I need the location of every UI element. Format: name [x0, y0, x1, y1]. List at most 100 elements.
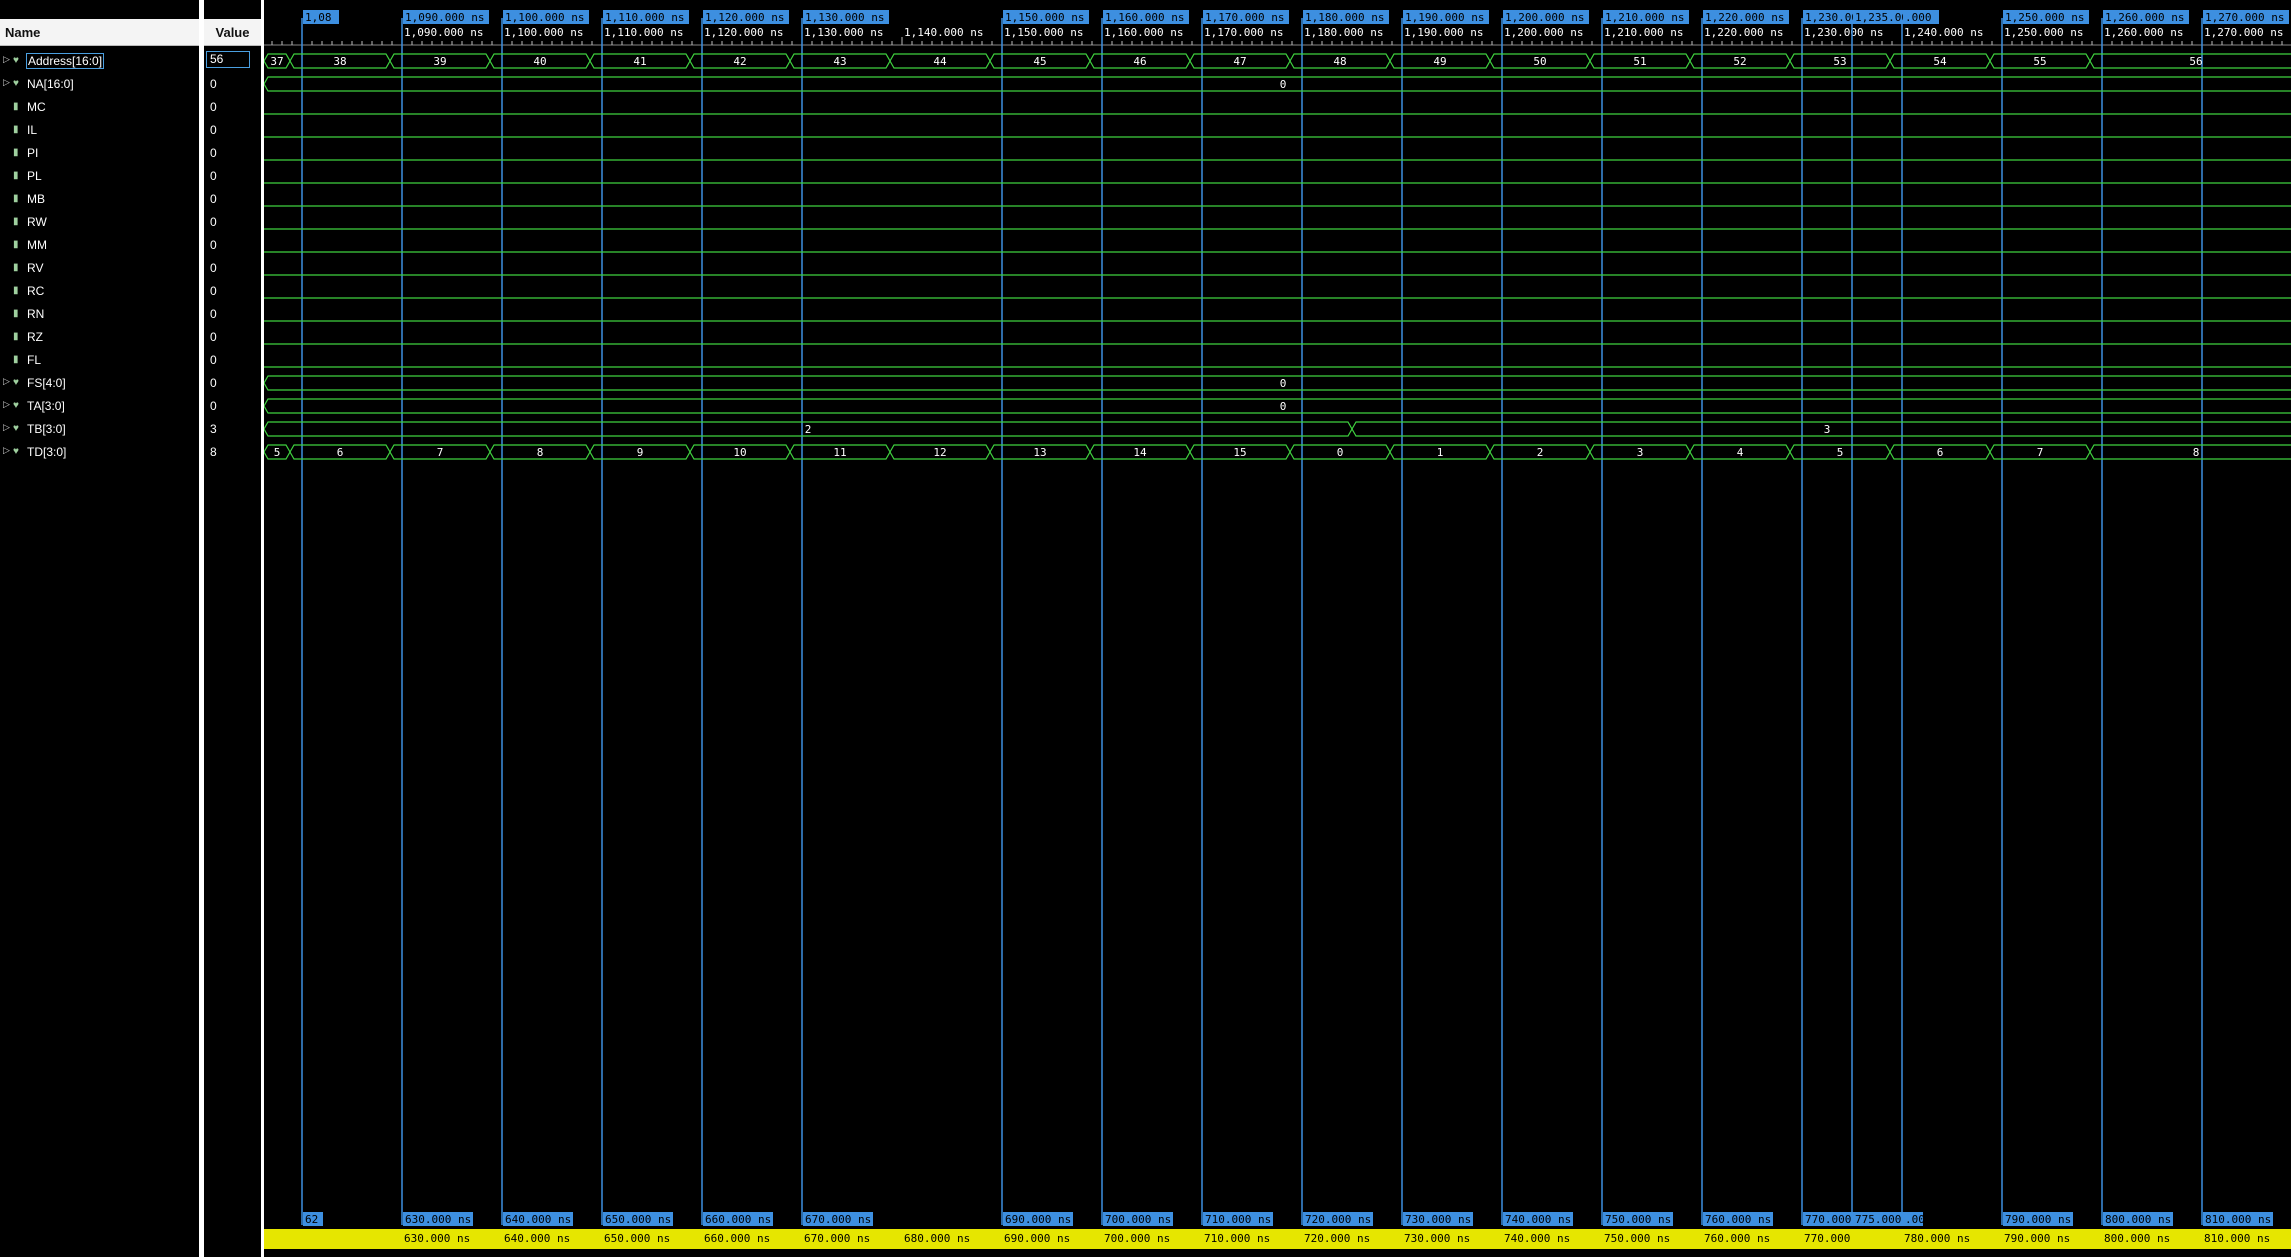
- signal-row[interactable]: ▮ PL: [0, 165, 199, 188]
- bus-value-label: 46: [1133, 55, 1146, 68]
- bottom-ruler-label: 760.000 ns: [1704, 1232, 1770, 1245]
- expand-icon[interactable]: ▷: [3, 399, 10, 410]
- bus-value-label: 12: [933, 446, 946, 459]
- bottom-ruler-label: 740.000 ns: [1504, 1232, 1570, 1245]
- ruler-label: 1,220.000 ns: [1704, 26, 1783, 39]
- signal-row[interactable]: ▷ ♥ Address[16:0]: [0, 50, 199, 73]
- bit-icon: ▮: [13, 331, 19, 342]
- signal-row[interactable]: ▮ FL: [0, 349, 199, 372]
- signal-value-row[interactable]: 56: [204, 50, 261, 73]
- signal-row[interactable]: ▮ IL: [0, 119, 199, 142]
- bottom-ruler-label: 670.000 ns: [804, 1232, 870, 1245]
- bus-value-label: 4: [1737, 446, 1744, 459]
- signal-value-row[interactable]: 0: [204, 165, 261, 188]
- signal-row[interactable]: ▷ ♥ TB[3:0]: [0, 418, 199, 441]
- bus-value-label: 3: [1824, 423, 1831, 436]
- marker-top-label: 1,170.000 ns: [1205, 11, 1284, 24]
- signal-value: 0: [210, 353, 217, 367]
- signal-value: 56: [206, 51, 250, 68]
- signal-row[interactable]: ▷ ♥ TA[3:0]: [0, 395, 199, 418]
- bus-value-label: 0: [1280, 377, 1287, 390]
- signal-value: 0: [210, 307, 217, 321]
- signal-row[interactable]: ▮ MB: [0, 188, 199, 211]
- signal-value: 0: [210, 146, 217, 160]
- waveform-canvas[interactable]: 1,090.000 ns 1,100.000 ns 1,110.000 ns 1,12…: [264, 0, 2291, 1257]
- signal-value: 3: [210, 422, 217, 436]
- expand-icon[interactable]: ▷: [3, 77, 10, 88]
- bus-value-label: 9: [637, 446, 644, 459]
- signal-row[interactable]: ▮ PI: [0, 142, 199, 165]
- marker-bottom-label: 660.000 ns: [705, 1213, 771, 1226]
- bus-value-label: 10: [733, 446, 746, 459]
- signal-row[interactable]: ▮ MC: [0, 96, 199, 119]
- bus-icon: ♥: [13, 78, 19, 89]
- signal-row[interactable]: ▮ RC: [0, 280, 199, 303]
- bus-value-label: 0: [1337, 446, 1344, 459]
- bottom-ruler-label: 680.000 ns: [904, 1232, 970, 1245]
- marker-top-label: .000 ns: [1905, 11, 1951, 24]
- bus-value-label: 14: [1133, 446, 1147, 459]
- ruler-label: 1,270.000 ns: [2204, 26, 2283, 39]
- marker-bottom-label: .000 ns: [1905, 1213, 1951, 1226]
- signal-value-row[interactable]: 0: [204, 234, 261, 257]
- expand-icon[interactable]: ▷: [3, 54, 10, 65]
- signal-value-row[interactable]: 0: [204, 96, 261, 119]
- bus-value-label: 56: [2189, 55, 2202, 68]
- ruler-label: 1,160.000 ns: [1104, 26, 1183, 39]
- signal-value-row[interactable]: 0: [204, 257, 261, 280]
- signal-value-row[interactable]: 0: [204, 188, 261, 211]
- bit-icon: ▮: [13, 216, 19, 227]
- bus-value-label: 53: [1833, 55, 1846, 68]
- signal-row[interactable]: ▮ MM: [0, 234, 199, 257]
- marker-top-label: 1,08: [305, 11, 332, 24]
- signal-value-row[interactable]: 0: [204, 395, 261, 418]
- expand-icon[interactable]: ▷: [3, 376, 10, 387]
- marker-bottom-label: 760.000 ns: [1705, 1213, 1771, 1226]
- bus-value-label: 1: [1437, 446, 1444, 459]
- name-column-header[interactable]: Name: [0, 19, 199, 46]
- signal-row[interactable]: ▷ ♥ NA[16:0]: [0, 73, 199, 96]
- bus-icon: ♥: [13, 400, 19, 411]
- marker-top-label: 1,130.000 ns: [805, 11, 884, 24]
- ruler-label: 1,170.000 ns: [1204, 26, 1283, 39]
- marker-bottom-label: 62: [305, 1213, 318, 1226]
- value-column-header[interactable]: Value: [204, 19, 261, 46]
- expand-icon[interactable]: ▷: [3, 422, 10, 433]
- marker-bottom-label: 690.000 ns: [1005, 1213, 1071, 1226]
- signal-value-row[interactable]: 0: [204, 142, 261, 165]
- bit-icon: ▮: [13, 147, 19, 158]
- signal-name: RN: [27, 307, 45, 321]
- signal-value-row[interactable]: 0: [204, 372, 261, 395]
- bottom-ruler-label: 790.000 ns: [2004, 1232, 2070, 1245]
- signal-value-row[interactable]: 0: [204, 211, 261, 234]
- td-wave: [2089, 444, 2291, 460]
- bit-icon: ▮: [13, 101, 19, 112]
- ta-wave: [264, 398, 2291, 414]
- bus-value-label: 0: [1280, 400, 1287, 413]
- signal-value-row[interactable]: 0: [204, 73, 261, 96]
- signal-value-row[interactable]: 0: [204, 303, 261, 326]
- signal-row[interactable]: ▷ ♥ FS[4:0]: [0, 372, 199, 395]
- signal-value-row[interactable]: 0: [204, 280, 261, 303]
- signal-value-row[interactable]: 0: [204, 119, 261, 142]
- signal-row[interactable]: ▮ RW: [0, 211, 199, 234]
- signal-value-row[interactable]: 0: [204, 349, 261, 372]
- bit-icon: ▮: [13, 239, 19, 250]
- expand-icon[interactable]: ▷: [3, 445, 10, 456]
- bottom-ruler-label: 730.000 ns: [1404, 1232, 1470, 1245]
- signal-name: IL: [27, 123, 38, 137]
- marker-bottom-label: 670.000 ns: [805, 1213, 871, 1226]
- waveform-svg[interactable]: 1,090.000 ns 1,100.000 ns 1,110.000 ns 1,12…: [264, 0, 2291, 1257]
- bus-value-label: 49: [1433, 55, 1446, 68]
- signal-value-row[interactable]: 8: [204, 441, 261, 464]
- bus-value-label: 6: [337, 446, 344, 459]
- signal-value-row[interactable]: 3: [204, 418, 261, 441]
- signal-value-row[interactable]: 0: [204, 326, 261, 349]
- signal-row[interactable]: ▷ ♥ TD[3:0]: [0, 441, 199, 464]
- marker-top-label: 1,090.000 ns: [405, 11, 484, 24]
- signal-row[interactable]: ▮ RZ: [0, 326, 199, 349]
- signal-row[interactable]: ▮ RV: [0, 257, 199, 280]
- signal-row[interactable]: ▮ RN: [0, 303, 199, 326]
- signal-name: NA[16:0]: [27, 77, 74, 91]
- signal-name: RV: [27, 261, 44, 275]
